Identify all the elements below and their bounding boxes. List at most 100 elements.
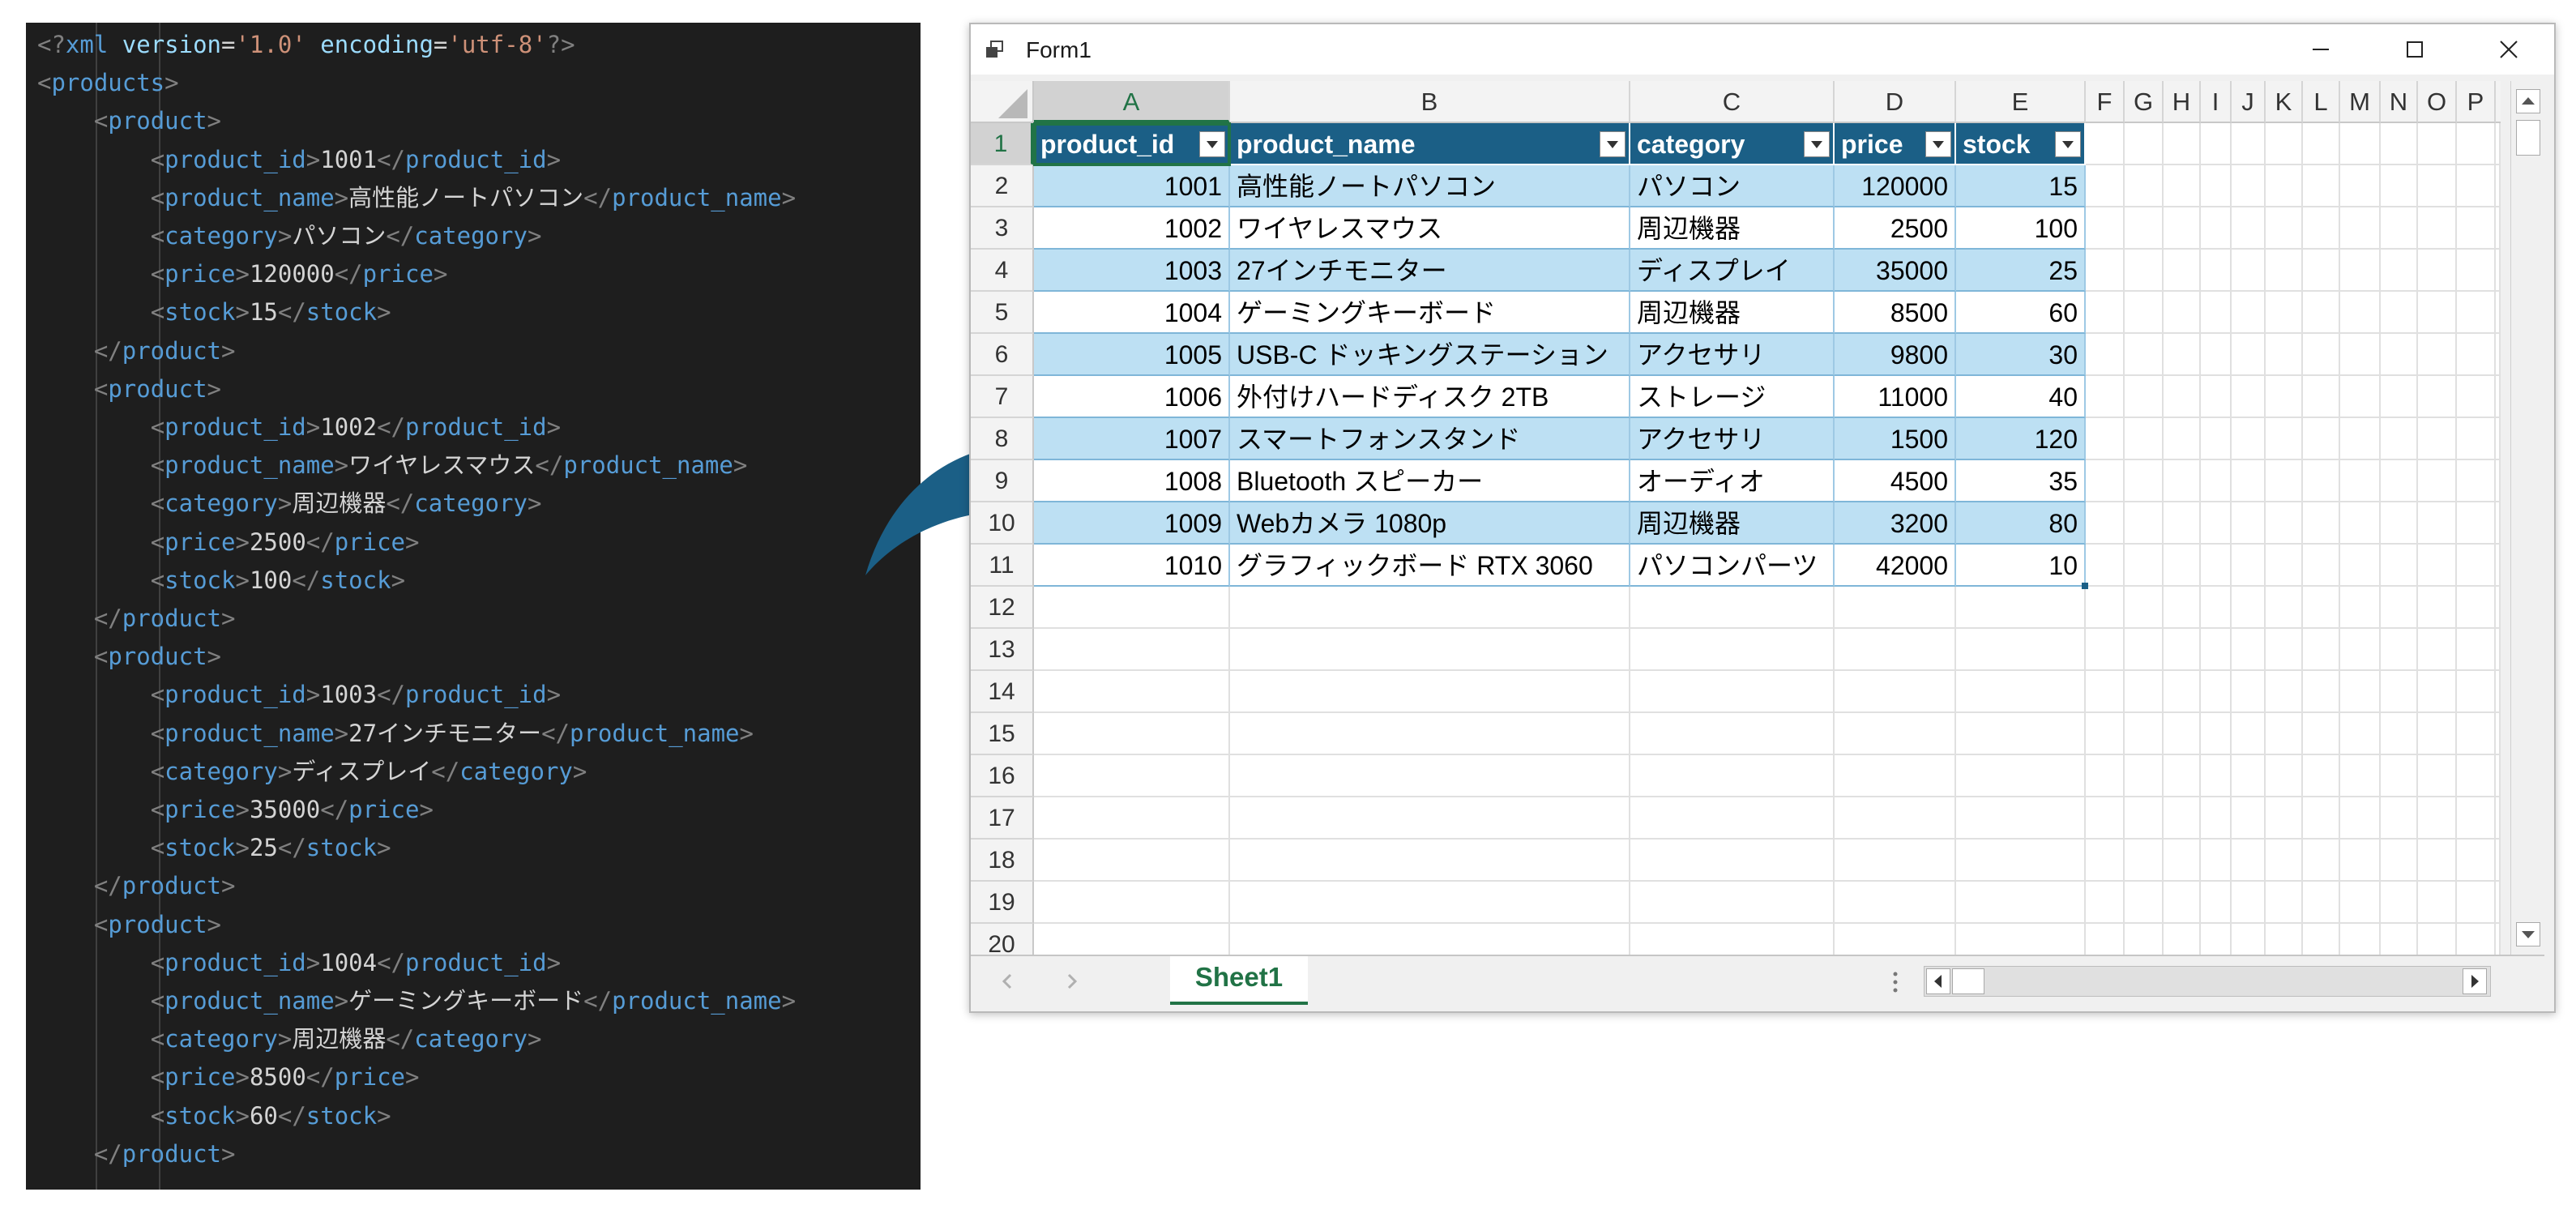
grid-cell[interactable]: [2340, 207, 2381, 250]
grid-cell[interactable]: [1956, 755, 2086, 797]
table-cell[interactable]: グラフィックボード RTX 3060: [1230, 545, 1630, 587]
grid-cell[interactable]: [2418, 123, 2457, 165]
grid-cell[interactable]: [2457, 376, 2496, 418]
close-button[interactable]: [2462, 24, 2554, 75]
column-header-d[interactable]: D: [1835, 81, 1956, 123]
grid-cell[interactable]: [2232, 165, 2266, 207]
grid-cell[interactable]: [2496, 292, 2501, 334]
grid-cell[interactable]: [2340, 545, 2381, 587]
table-cell[interactable]: オーディオ: [1630, 460, 1835, 502]
table-cell[interactable]: 9800: [1835, 334, 1956, 376]
grid-cell[interactable]: [2457, 460, 2496, 502]
grid-cell[interactable]: [2086, 755, 2125, 797]
grid-cell[interactable]: [2086, 713, 2125, 755]
grid-cell[interactable]: [2266, 882, 2303, 924]
grid-cell[interactable]: [1230, 924, 1630, 955]
grid-cell[interactable]: [1034, 587, 1230, 629]
grid-cell[interactable]: [2381, 882, 2418, 924]
column-header-g[interactable]: G: [2125, 81, 2164, 123]
grid-cell[interactable]: [2125, 250, 2164, 292]
grid-cell[interactable]: [2201, 882, 2232, 924]
grid-cell[interactable]: [2266, 334, 2303, 376]
grid-cell[interactable]: [2418, 334, 2457, 376]
grid-cell[interactable]: [2457, 292, 2496, 334]
row-header-3[interactable]: 3: [971, 207, 1034, 250]
table-cell[interactable]: 1003: [1034, 250, 1230, 292]
grid-cell[interactable]: [2232, 418, 2266, 460]
grid-cell[interactable]: [2303, 376, 2340, 418]
table-header-price[interactable]: price: [1835, 123, 1956, 165]
grid-cell[interactable]: [2266, 587, 2303, 629]
column-header-i[interactable]: I: [2201, 81, 2232, 123]
select-all-corner[interactable]: [971, 81, 1034, 123]
grid-cell[interactable]: [2232, 123, 2266, 165]
grid-cell[interactable]: [2125, 797, 2164, 840]
grid-cell[interactable]: [2086, 840, 2125, 882]
grid-cell[interactable]: [2232, 587, 2266, 629]
grid-cell[interactable]: [2266, 460, 2303, 502]
grid-cell[interactable]: [2201, 671, 2232, 713]
grid-cell[interactable]: [2496, 797, 2501, 840]
table-cell[interactable]: 60: [1956, 292, 2086, 334]
grid-cell[interactable]: [2232, 713, 2266, 755]
grid-cell[interactable]: [2496, 165, 2501, 207]
table-cell[interactable]: 10: [1956, 545, 2086, 587]
grid-cell[interactable]: [2125, 587, 2164, 629]
grid-cell[interactable]: [2232, 629, 2266, 671]
table-cell[interactable]: 120000: [1835, 165, 1956, 207]
grid-cell[interactable]: [2266, 502, 2303, 545]
grid-cell[interactable]: [2303, 755, 2340, 797]
grid-cell[interactable]: [1835, 587, 1956, 629]
grid-cell[interactable]: [2418, 460, 2457, 502]
grid-cell[interactable]: [1630, 671, 1835, 713]
grid-cell[interactable]: [2340, 755, 2381, 797]
grid-cell[interactable]: [2496, 418, 2501, 460]
grid-cell[interactable]: [2266, 292, 2303, 334]
table-cell[interactable]: ディスプレイ: [1630, 250, 1835, 292]
grid-cell[interactable]: [1956, 671, 2086, 713]
grid-cell[interactable]: [2303, 123, 2340, 165]
grid-cell[interactable]: [1835, 840, 1956, 882]
grid-cell[interactable]: [2457, 629, 2496, 671]
grid-cell[interactable]: [2496, 250, 2501, 292]
grid-cell[interactable]: [2086, 460, 2125, 502]
table-cell[interactable]: 40: [1956, 376, 2086, 418]
table-cell[interactable]: ワイヤレスマウス: [1230, 207, 1630, 250]
grid-cell[interactable]: [1034, 713, 1230, 755]
grid-cell[interactable]: [2381, 292, 2418, 334]
grid-cell[interactable]: [2201, 924, 2232, 955]
grid-cell[interactable]: [2418, 755, 2457, 797]
grid-cell[interactable]: [2266, 671, 2303, 713]
grid-cell[interactable]: [2418, 250, 2457, 292]
grid-cell[interactable]: [1630, 840, 1835, 882]
vertical-scroll-thumb[interactable]: [2516, 120, 2540, 156]
table-cell[interactable]: パソコンパーツ: [1630, 545, 1835, 587]
grid-cell[interactable]: [2266, 924, 2303, 955]
grid-cell[interactable]: [2457, 882, 2496, 924]
table-cell[interactable]: USB-C ドッキングステーション: [1230, 334, 1630, 376]
row-header-17[interactable]: 17: [971, 797, 1034, 840]
grid-cell[interactable]: [1956, 713, 2086, 755]
grid-cell[interactable]: [2232, 292, 2266, 334]
grid-cell[interactable]: [1230, 587, 1630, 629]
grid-cell[interactable]: [2164, 629, 2201, 671]
row-header-16[interactable]: 16: [971, 755, 1034, 797]
grid-cell[interactable]: [2201, 797, 2232, 840]
grid-cell[interactable]: [2496, 713, 2501, 755]
grid-cell[interactable]: [2266, 797, 2303, 840]
grid-cell[interactable]: [2086, 502, 2125, 545]
table-cell[interactable]: ストレージ: [1630, 376, 1835, 418]
table-cell[interactable]: 1004: [1034, 292, 1230, 334]
table-cell[interactable]: スマートフォンスタンド: [1230, 418, 1630, 460]
table-cell[interactable]: 1500: [1835, 418, 1956, 460]
table-cell[interactable]: 100: [1956, 207, 2086, 250]
grid-cell[interactable]: [2340, 924, 2381, 955]
grid-cell[interactable]: [2086, 123, 2125, 165]
grid-cell[interactable]: [2496, 755, 2501, 797]
table-cell[interactable]: 15: [1956, 165, 2086, 207]
filter-dropdown-icon[interactable]: [1804, 131, 1830, 157]
table-cell[interactable]: 35: [1956, 460, 2086, 502]
row-header-9[interactable]: 9: [971, 460, 1034, 502]
filter-dropdown-icon[interactable]: [2055, 131, 2081, 157]
filter-dropdown-icon[interactable]: [1600, 131, 1625, 157]
